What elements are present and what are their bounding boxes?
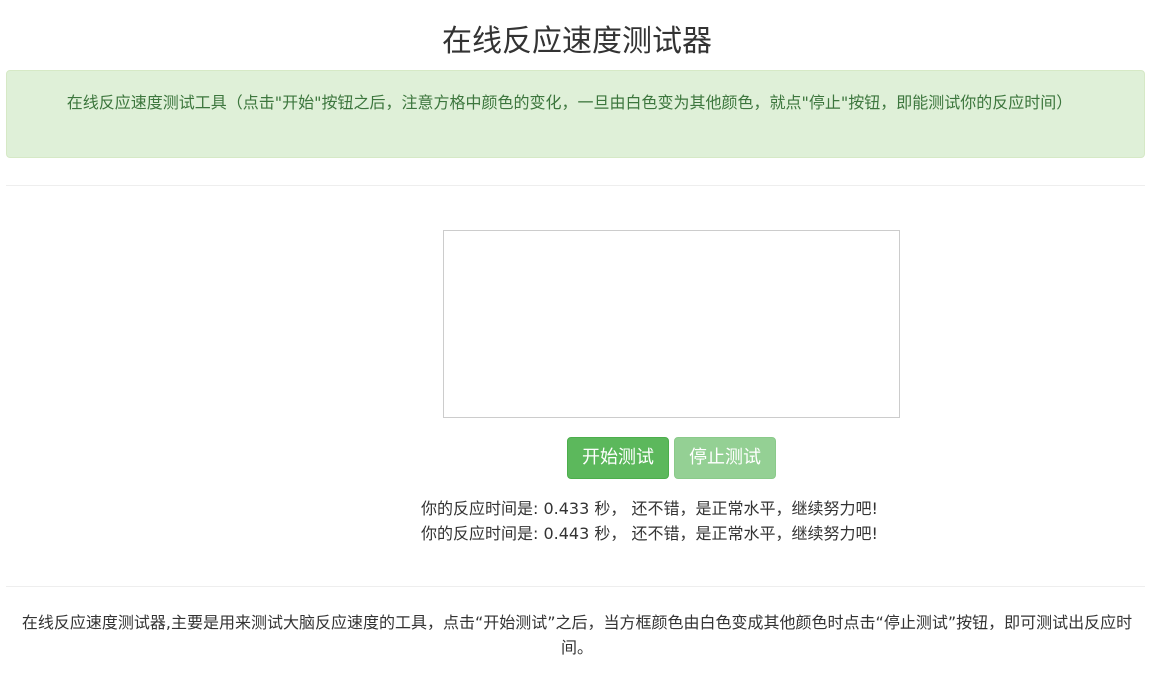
divider-top <box>6 185 1145 186</box>
instructions-alert: 在线反应速度测试工具（点击"开始"按钮之后，注意方格中颜色的变化，一旦由白色变为… <box>6 70 1145 158</box>
instructions-text: 在线反应速度测试工具（点击"开始"按钮之后，注意方格中颜色的变化，一旦由白色变为… <box>66 93 1073 112</box>
footer-description: 在线反应速度测试器,主要是用来测试大脑反应速度的工具，点击“开始测试”之后，当方… <box>21 613 1133 657</box>
page-title: 在线反应速度测试器 <box>442 24 712 59</box>
page: 在线反应速度测试器 在线反应速度测试工具（点击"开始"按钮之后，注意方格中颜色的… <box>0 0 1166 686</box>
result-line: 你的反应时间是: 0.443 秒， 还不错，是正常水平，继续努力吧! <box>421 524 878 543</box>
start-test-button[interactable]: 开始测试 <box>567 437 669 479</box>
stop-test-button[interactable]: 停止测试 <box>674 437 776 479</box>
reaction-test-box <box>443 230 900 418</box>
results-list: 你的反应时间是: 0.433 秒， 还不错，是正常水平，继续努力吧! 你的反应时… <box>421 496 921 546</box>
result-line: 你的反应时间是: 0.433 秒， 还不错，是正常水平，继续努力吧! <box>421 499 878 518</box>
divider-bottom <box>6 586 1145 587</box>
